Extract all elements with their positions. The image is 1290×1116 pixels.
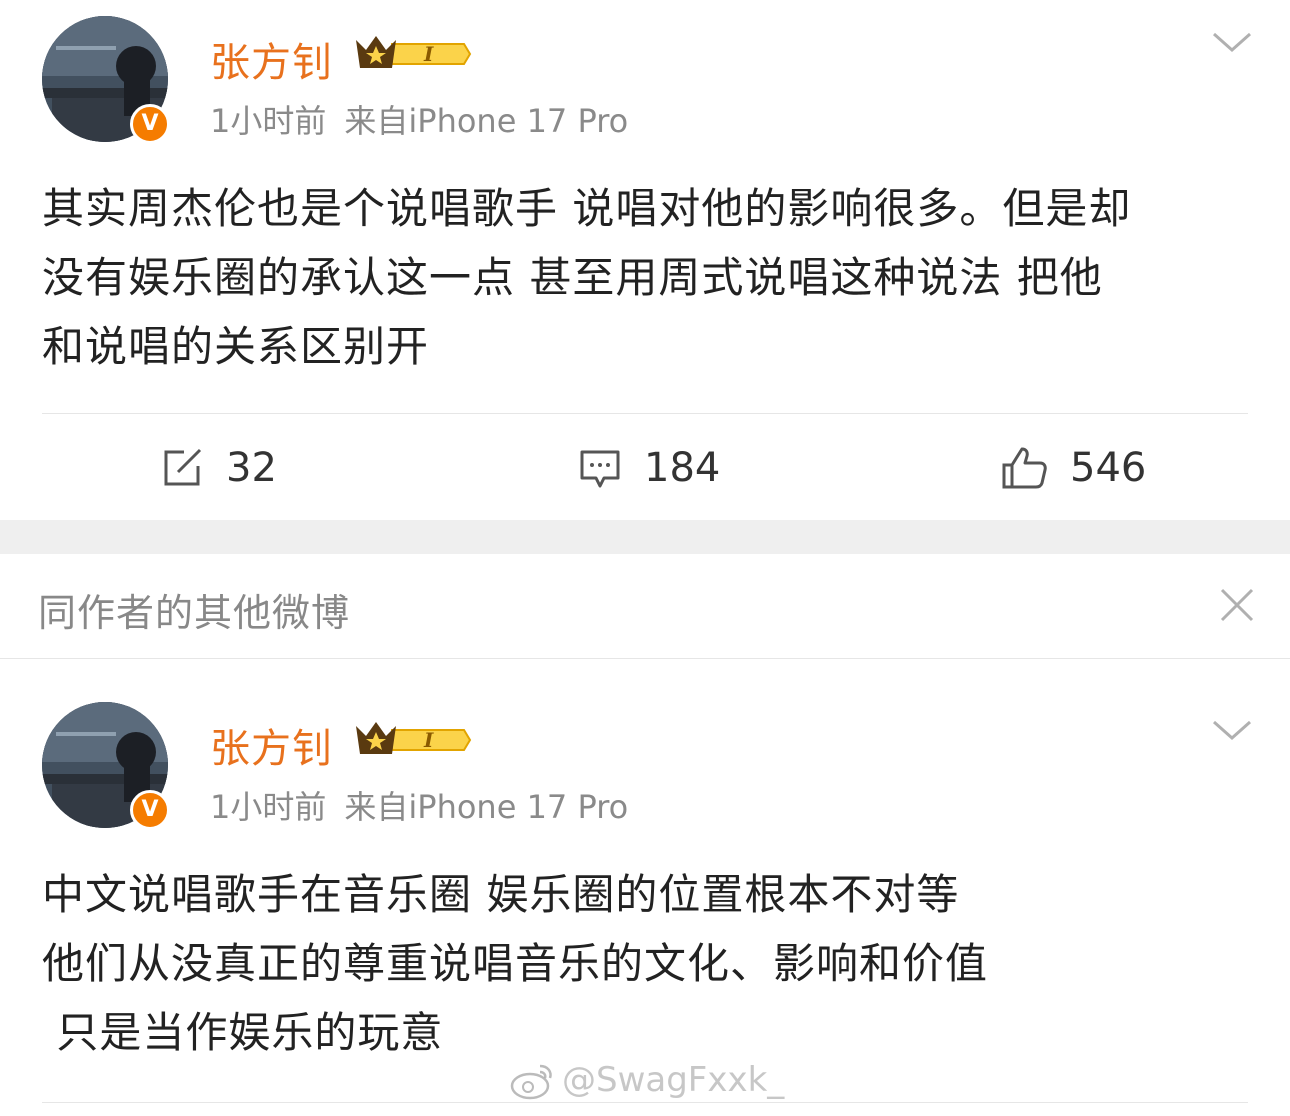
level-badge: I <box>423 728 434 752</box>
related-section-header: 同作者的其他微博 <box>0 554 1290 659</box>
watermark-text: @SwagFxxk_ <box>562 1060 785 1100</box>
content-line: 中文说唱歌手在音乐圈 娱乐圈的位置根本不对等 <box>42 870 960 919</box>
post-meta: 1小时前 来自iPhone 17 Pro <box>210 96 628 142</box>
post-time: 1小时前 <box>210 102 327 140</box>
section-title: 同作者的其他微博 <box>38 591 351 635</box>
comment-count: 184 <box>644 444 721 491</box>
content-line: 和说唱的关系区别开 <box>42 322 430 371</box>
chevron-down-icon[interactable] <box>1212 28 1252 62</box>
crown-icon[interactable]: I <box>352 32 472 80</box>
weibo-logo-icon <box>510 1064 552 1100</box>
repost-button[interactable]: 32 <box>160 430 277 505</box>
like-button[interactable]: 546 <box>1000 430 1146 505</box>
verified-badge: V <box>130 104 170 144</box>
username[interactable]: 张方钊 <box>210 716 333 774</box>
post-meta: 1小时前 来自iPhone 17 Pro <box>210 782 628 828</box>
content-line: 没有娱乐圈的承认这一点 甚至用周式说唱这种说法 把他 <box>42 253 1103 302</box>
like-icon <box>1002 447 1047 488</box>
repost-icon <box>164 448 202 485</box>
content-line: 其实周杰伦也是个说唱歌手 说唱对他的影响很多。但是却 <box>42 184 1132 233</box>
repost-count: 32 <box>226 444 277 491</box>
divider <box>42 413 1248 414</box>
content-line: 他们从没真正的尊重说唱音乐的文化、影响和价值 <box>42 939 989 988</box>
post-time: 1小时前 <box>210 788 327 826</box>
comment-icon <box>580 450 620 487</box>
post-card-2[interactable]: V 张方钊 I 1小时前 来自iPhone 17 Pro 中文说唱歌手在音乐圈 娱… <box>0 660 1290 1116</box>
action-bar: 32 184 546 <box>0 430 1290 505</box>
comment-button[interactable]: 184 <box>578 430 720 505</box>
watermark: @SwagFxxk_ <box>510 1060 784 1100</box>
post-card-1[interactable]: V 张方钊 I 1小时前 来自iPhone 17 Pro 其实周杰伦也是个说唱歌手… <box>0 0 1290 520</box>
chevron-down-icon[interactable] <box>1212 716 1252 750</box>
divider <box>42 1102 1248 1103</box>
post-source: 来自iPhone 17 Pro <box>344 102 629 140</box>
level-badge: I <box>423 42 434 66</box>
close-icon[interactable] <box>1218 586 1256 628</box>
content-line: 只是当作娱乐的玩意 <box>42 1008 444 1057</box>
username[interactable]: 张方钊 <box>210 30 333 88</box>
crown-icon[interactable]: I <box>352 718 472 766</box>
like-count: 546 <box>1070 444 1147 491</box>
post-content: 中文说唱歌手在音乐圈 娱乐圈的位置根本不对等 他们从没真正的尊重说唱音乐的文化、… <box>42 860 1252 1067</box>
post-content: 其实周杰伦也是个说唱歌手 说唱对他的影响很多。但是却 没有娱乐圈的承认这一点 甚… <box>42 174 1252 381</box>
verified-badge: V <box>130 790 170 830</box>
section-gap <box>0 520 1290 554</box>
post-source: 来自iPhone 17 Pro <box>344 788 629 826</box>
